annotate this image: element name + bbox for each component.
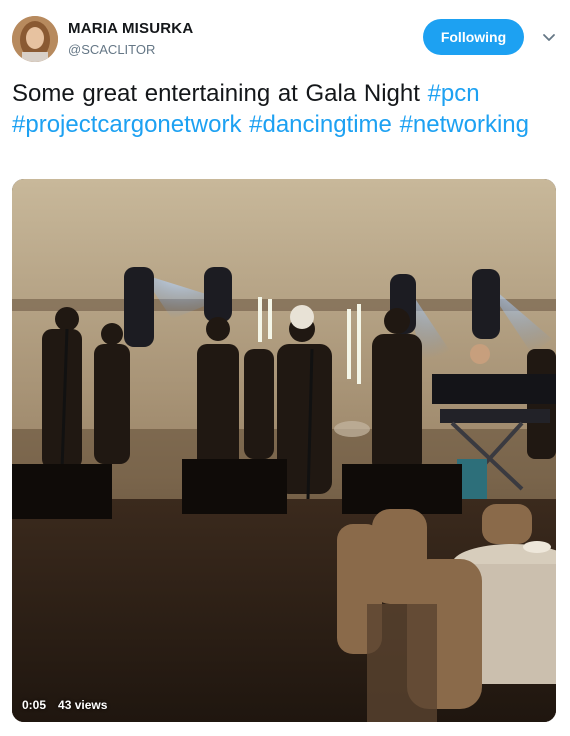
author-avatar[interactable] — [12, 16, 58, 62]
chevron-down-icon[interactable] — [540, 28, 558, 46]
video-player[interactable]: 0:05 43 views — [12, 179, 556, 722]
tweet-text-segment — [241, 111, 249, 138]
author-name[interactable]: MARIA MISURKA — [68, 20, 193, 37]
video-view-count: 43 views — [58, 698, 108, 712]
tweet-text: Some great entertaining at Gala Night #p… — [12, 78, 552, 140]
hashtag-link[interactable]: #projectcargonetwork — [12, 111, 241, 138]
following-button[interactable]: Following — [423, 19, 524, 55]
tweet-text-segment — [392, 111, 400, 138]
hashtag-link[interactable]: #pcn — [428, 80, 480, 107]
tweet-text-segment: Some great entertaining at Gala Night — [12, 80, 428, 107]
video-meta: 0:05 43 views — [22, 698, 107, 712]
hashtag-link[interactable]: #networking — [400, 111, 529, 138]
video-frame — [12, 179, 556, 722]
video-timestamp: 0:05 — [22, 698, 47, 712]
author-handle[interactable]: @SCACLITOR — [68, 42, 155, 57]
hashtag-link[interactable]: #dancingtime — [249, 111, 392, 138]
